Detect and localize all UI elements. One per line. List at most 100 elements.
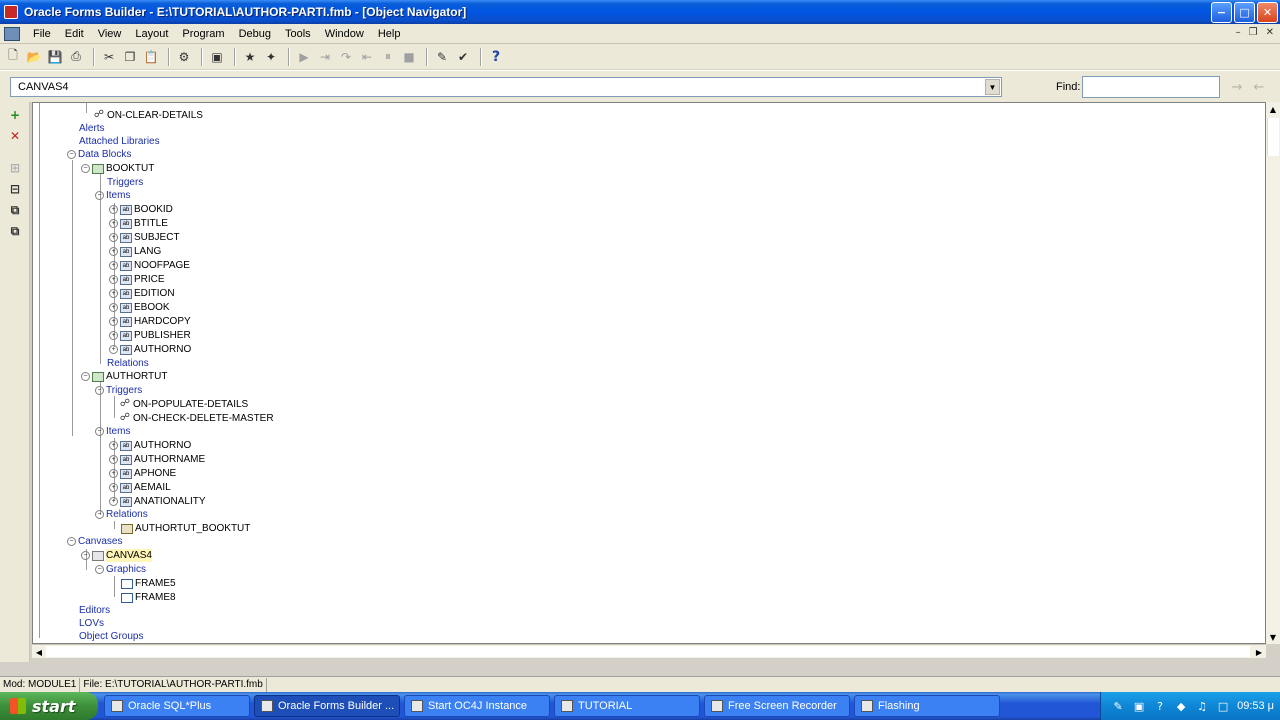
display-icon[interactable]: □ bbox=[1216, 699, 1230, 713]
start-button[interactable]: start bbox=[0, 692, 98, 720]
taskbar-item-forms-builder[interactable]: Oracle Forms Builder ... bbox=[254, 695, 400, 717]
chevron-down-icon[interactable]: ▼ bbox=[985, 79, 1000, 95]
expand-toggle-icon[interactable]: + bbox=[109, 275, 118, 284]
tree-node-lovs[interactable]: LOVs bbox=[79, 617, 104, 630]
pen-icon[interactable]: ✎ bbox=[1111, 699, 1125, 713]
horizontal-scrollbar[interactable]: ◀ ▶ bbox=[32, 644, 1266, 658]
step-over-icon[interactable]: ↷ bbox=[337, 48, 355, 66]
run-form-icon[interactable]: ▣ bbox=[208, 48, 226, 66]
tree-node-trigger[interactable]: ☍ ON-CLEAR-DETAILS bbox=[93, 109, 203, 122]
tree-node-block[interactable]: − AUTHORTUT bbox=[81, 370, 167, 383]
debug-run-icon[interactable]: ✦ bbox=[262, 48, 280, 66]
antivirus-icon[interactable]: ◆ bbox=[1174, 699, 1188, 713]
help-tray-icon[interactable]: ? bbox=[1153, 699, 1167, 713]
collapse-toggle-icon[interactable]: − bbox=[81, 164, 90, 173]
collapse-toggle-icon[interactable]: − bbox=[81, 551, 90, 560]
collapse-toggle-icon[interactable]: − bbox=[95, 427, 104, 436]
tree-node-item[interactable]: + ab BOOKID bbox=[109, 203, 173, 216]
tree-node-item[interactable]: + ab HARDCOPY bbox=[109, 315, 191, 328]
expand-icon[interactable]: ⊞ bbox=[7, 160, 23, 176]
menu-help[interactable]: Help bbox=[371, 28, 408, 40]
tree-node-item[interactable]: + ab LANG bbox=[109, 245, 161, 258]
expand-toggle-icon[interactable]: + bbox=[109, 247, 118, 256]
tree-node-item[interactable]: + ab APHONE bbox=[109, 467, 176, 480]
expand-toggle-icon[interactable]: + bbox=[109, 233, 118, 242]
expand-toggle-icon[interactable]: + bbox=[109, 469, 118, 478]
tree-node-triggers[interactable]: − Triggers bbox=[95, 384, 142, 397]
tree-node-relations[interactable]: − Relations bbox=[95, 508, 148, 521]
tree-node-item[interactable]: + ab PUBLISHER bbox=[109, 329, 191, 342]
menu-view[interactable]: View bbox=[91, 28, 129, 40]
collapse-toggle-icon[interactable]: − bbox=[95, 191, 104, 200]
forms-app-icon[interactable] bbox=[4, 5, 18, 19]
compile-icon[interactable]: ⚙ bbox=[175, 48, 193, 66]
collapse-toggle-icon[interactable]: − bbox=[67, 537, 76, 546]
go-icon[interactable]: ▶ bbox=[295, 48, 313, 66]
step-into-icon[interactable]: ⇥ bbox=[316, 48, 334, 66]
pause-icon[interactable]: ⏸ bbox=[379, 48, 397, 66]
expand-all-icon[interactable]: ⧉ bbox=[7, 202, 23, 218]
volume-icon[interactable]: ♫ bbox=[1195, 699, 1209, 713]
menu-file[interactable]: File bbox=[26, 28, 58, 40]
new-file-icon[interactable]: 🗋 bbox=[4, 48, 22, 66]
tree-node-triggers[interactable]: Triggers bbox=[107, 176, 143, 189]
tree-node-item[interactable]: + ab NOOFPAGE bbox=[109, 259, 190, 272]
stop-icon[interactable]: ■ bbox=[400, 48, 418, 66]
expand-toggle-icon[interactable]: + bbox=[109, 219, 118, 228]
navigator-window-icon[interactable] bbox=[4, 26, 20, 41]
tree-node-attached-libraries[interactable]: Attached Libraries bbox=[79, 135, 160, 148]
tree-node-canvas[interactable]: − CANVAS4 bbox=[81, 549, 152, 562]
tree-node-data-blocks[interactable]: − Data Blocks bbox=[67, 148, 131, 161]
mdi-close-button[interactable]: ✕ bbox=[1266, 27, 1274, 38]
save-icon[interactable]: 💾 bbox=[46, 48, 64, 66]
tree-node-relations[interactable]: Relations bbox=[107, 357, 149, 370]
expand-toggle-icon[interactable]: + bbox=[109, 455, 118, 464]
close-button[interactable]: ✕ bbox=[1257, 2, 1278, 23]
collapse-icon[interactable]: ⊟ bbox=[7, 181, 23, 197]
collapse-all-icon[interactable]: ⧉ bbox=[7, 223, 23, 239]
tree-node-item[interactable]: + ab BTITLE bbox=[109, 217, 168, 230]
find-next-icon[interactable]: → bbox=[1228, 79, 1246, 95]
expand-toggle-icon[interactable]: + bbox=[109, 497, 118, 506]
tree-node-item[interactable]: + ab AUTHORNO bbox=[109, 439, 191, 452]
maximize-button[interactable]: □ bbox=[1234, 2, 1255, 23]
tree-node-relation[interactable]: AUTHORTUT_BOOKTUT bbox=[121, 522, 250, 535]
menu-tools[interactable]: Tools bbox=[278, 28, 318, 40]
vertical-scrollbar[interactable]: ▲ ▼ bbox=[1266, 102, 1280, 644]
network-icon[interactable]: ▣ bbox=[1132, 699, 1146, 713]
tree-node-item[interactable]: + ab AUTHORNAME bbox=[109, 453, 205, 466]
delete-icon[interactable]: ✕ bbox=[7, 128, 23, 144]
expand-toggle-icon[interactable]: + bbox=[109, 303, 118, 312]
run-web-icon[interactable]: ★ bbox=[241, 48, 259, 66]
tree-node-trigger[interactable]: ☍ ON-POPULATE-DETAILS bbox=[119, 398, 248, 411]
expand-toggle-icon[interactable]: + bbox=[109, 331, 118, 340]
expand-toggle-icon[interactable]: + bbox=[109, 317, 118, 326]
collapse-toggle-icon[interactable]: − bbox=[67, 150, 76, 159]
tree-node-graphics[interactable]: − Graphics bbox=[95, 563, 146, 576]
tree-node-items[interactable]: − Items bbox=[95, 425, 130, 438]
horizontal-scroll-thumb[interactable] bbox=[46, 646, 1250, 657]
tree-node-editors[interactable]: Editors bbox=[79, 604, 110, 617]
expand-toggle-icon[interactable]: + bbox=[109, 441, 118, 450]
scroll-up-icon[interactable]: ▲ bbox=[1266, 102, 1280, 116]
collapse-toggle-icon[interactable]: − bbox=[95, 510, 104, 519]
tree-node-object-groups[interactable]: Object Groups bbox=[79, 630, 143, 643]
tree-node-item[interactable]: + ab AEMAIL bbox=[109, 481, 171, 494]
copy-icon[interactable]: ❐ bbox=[121, 48, 139, 66]
scroll-right-icon[interactable]: ▶ bbox=[1252, 645, 1266, 659]
find-input[interactable] bbox=[1082, 76, 1220, 98]
current-node-select[interactable]: CANVAS4 ▼ bbox=[10, 77, 1002, 97]
mdi-restore-button[interactable]: ❐ bbox=[1249, 27, 1258, 38]
taskbar-item-sqlplus[interactable]: Oracle SQL*Plus bbox=[104, 695, 250, 717]
object-navigator-tree[interactable]: ☍ ON-CLEAR-DETAILS Alerts Attached Librar… bbox=[32, 102, 1266, 644]
taskbar-item-tutorial[interactable]: TUTORIAL bbox=[554, 695, 700, 717]
tree-node-trigger[interactable]: ☍ ON-CHECK-DELETE-MASTER bbox=[119, 412, 274, 425]
tree-node-item[interactable]: + ab SUBJECT bbox=[109, 231, 180, 244]
print-icon[interactable]: ⎙ bbox=[67, 48, 85, 66]
expand-toggle-icon[interactable]: + bbox=[109, 345, 118, 354]
open-folder-icon[interactable]: 📂 bbox=[25, 48, 43, 66]
tree-node-block[interactable]: − BOOKTUT bbox=[81, 162, 154, 175]
minimize-button[interactable]: − bbox=[1211, 2, 1232, 23]
paste-icon[interactable]: 📋 bbox=[142, 48, 160, 66]
taskbar-item-oc4j[interactable]: Start OC4J Instance bbox=[404, 695, 550, 717]
